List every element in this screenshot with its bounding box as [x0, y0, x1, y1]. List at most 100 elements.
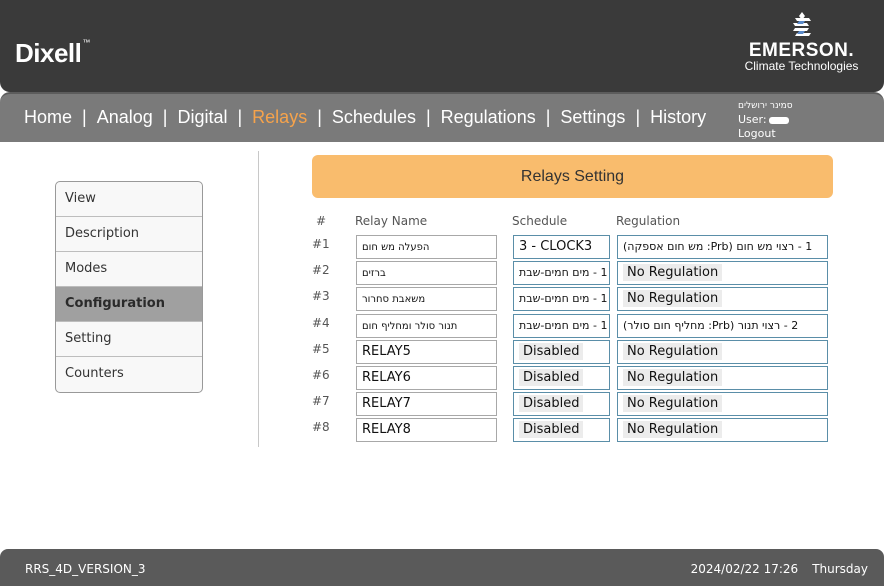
- user-label: User:: [738, 113, 767, 126]
- schedule-select[interactable]: Disabled: [513, 340, 610, 364]
- relay-name-input[interactable]: תנור סולר ומחליף חום: [356, 314, 497, 338]
- relay-row-number: #1: [312, 237, 330, 251]
- relay-row-number: #5: [312, 342, 330, 356]
- relay-name-input[interactable]: משאבת סחרור: [356, 287, 497, 311]
- relay-name-input[interactable]: הפעלה מש חום: [356, 235, 497, 259]
- relay-row-number: #2: [312, 263, 330, 277]
- nav-schedules[interactable]: Schedules: [332, 107, 416, 128]
- nav-separator: |: [425, 107, 431, 127]
- relay-name-input[interactable]: ברזים: [356, 261, 497, 285]
- schedule-value: Disabled: [519, 369, 584, 386]
- nav-separator: |: [162, 107, 168, 127]
- regulation-value: No Regulation: [623, 343, 723, 360]
- relay-row-number: #3: [312, 289, 330, 303]
- relay-name-input[interactable]: RELAY5: [356, 340, 497, 364]
- sidebar-item-description[interactable]: Description: [56, 217, 202, 252]
- regulation-value: No Regulation: [623, 290, 723, 307]
- dixell-tm: ™: [82, 38, 90, 47]
- app-footer: RRS_4D_VERSION_3 2024/02/22 17:26 Thursda…: [0, 549, 884, 586]
- schedule-select[interactable]: Disabled: [513, 418, 610, 442]
- nav-regulations[interactable]: Regulations: [441, 107, 536, 128]
- schedule-select[interactable]: 1 - מים חמים-שבת: [513, 287, 610, 311]
- schedule-value: 3 - CLOCK3: [519, 239, 593, 254]
- regulation-value: 2 - רצוי תנור (Prb: מחליף חום סולר): [623, 319, 799, 332]
- regulation-select[interactable]: No Regulation: [617, 418, 828, 442]
- schedule-select[interactable]: 3 - CLOCK3: [513, 235, 610, 259]
- nav-separator: |: [82, 107, 87, 127]
- nav-separator: |: [237, 107, 243, 127]
- emerson-emblem-icon: [792, 12, 811, 36]
- logout-link[interactable]: Logout: [738, 127, 793, 141]
- schedule-value: 1 - מים חמים-שבת: [519, 319, 608, 332]
- regulation-select[interactable]: No Regulation: [617, 261, 828, 285]
- relay-name-value: RELAY6: [362, 370, 411, 385]
- vertical-divider: [258, 151, 259, 447]
- column-header-regulation: Regulation: [616, 214, 681, 228]
- regulation-select[interactable]: 2 - רצוי תנור (Prb: מחליף חום סולר): [617, 314, 828, 338]
- nav-separator: |: [545, 107, 551, 127]
- relay-name-value: תנור סולר ומחליף חום: [362, 321, 458, 332]
- relay-name-value: RELAY5: [362, 344, 411, 359]
- sidebar-item-modes[interactable]: Modes: [56, 252, 202, 287]
- nav-digital[interactable]: Digital: [177, 107, 227, 128]
- relay-name-value: RELAY7: [362, 396, 411, 411]
- sidebar-item-setting[interactable]: Setting: [56, 322, 202, 357]
- relay-name-input[interactable]: RELAY6: [356, 366, 497, 390]
- dixell-logo-text: Dixell: [15, 38, 82, 68]
- schedule-value: 1 - מים חמים-שבת: [519, 266, 608, 279]
- date-time: 2024/02/22 17:26: [690, 562, 799, 576]
- relay-name-value: משאבת סחרור: [362, 294, 426, 305]
- redacted-username: [768, 116, 789, 124]
- nav-menu: Home | Analog | Digital | Relays | Sched…: [24, 107, 706, 128]
- nav-separator: |: [317, 107, 322, 127]
- schedule-value: Disabled: [519, 395, 584, 412]
- dixell-logo: Dixell™: [15, 38, 90, 69]
- app-header: Dixell™ EMERSON. Climate Technologies: [0, 0, 884, 92]
- regulation-value: No Regulation: [623, 369, 723, 386]
- user-line: User:: [738, 113, 793, 127]
- emerson-logo-text: EMERSON.: [748, 40, 855, 61]
- regulation-select[interactable]: No Regulation: [617, 340, 828, 364]
- regulation-value: No Regulation: [623, 395, 723, 412]
- site-name: סמינר ירושלים: [738, 101, 793, 111]
- user-info: סמינר ירושלים User: Logout: [738, 99, 793, 141]
- regulation-value: No Regulation: [623, 421, 723, 438]
- regulation-select[interactable]: No Regulation: [617, 366, 828, 390]
- relay-name-input[interactable]: RELAY7: [356, 392, 497, 416]
- schedule-select[interactable]: Disabled: [513, 392, 610, 416]
- relay-row-number: #8: [312, 420, 330, 434]
- weekday: Thursday: [812, 562, 868, 576]
- page-title: Relays Setting: [312, 155, 833, 198]
- column-header-num: #: [316, 214, 327, 228]
- main-navigation: Home | Analog | Digital | Relays | Sched…: [0, 92, 884, 142]
- schedule-select[interactable]: 1 - מים חמים-שבת: [513, 261, 610, 285]
- relay-name-value: RELAY8: [362, 422, 411, 437]
- relay-row-number: #4: [312, 316, 330, 330]
- column-header-schedule: Schedule: [512, 214, 568, 228]
- nav-relays[interactable]: Relays: [252, 107, 307, 128]
- relay-row-number: #7: [312, 394, 330, 408]
- version-label: RRS_4D_VERSION_3: [25, 562, 146, 576]
- column-header-name: Relay Name: [355, 214, 428, 228]
- regulation-select[interactable]: No Regulation: [617, 287, 828, 311]
- relay-name-value: ברזים: [362, 268, 386, 279]
- sidebar-item-view[interactable]: View: [56, 182, 202, 217]
- schedule-select[interactable]: 1 - מים חמים-שבת: [513, 314, 610, 338]
- relay-name-input[interactable]: RELAY8: [356, 418, 497, 442]
- sidebar-item-counters[interactable]: Counters: [56, 357, 202, 392]
- regulation-select[interactable]: No Regulation: [617, 392, 828, 416]
- emerson-logo-subtitle: Climate Technologies: [744, 59, 859, 73]
- datetime: 2024/02/22 17:26 Thursday: [691, 562, 868, 576]
- nav-analog[interactable]: Analog: [97, 107, 153, 128]
- nav-history[interactable]: History: [650, 107, 706, 128]
- schedule-select[interactable]: Disabled: [513, 366, 610, 390]
- nav-home[interactable]: Home: [24, 107, 72, 128]
- schedule-value: 1 - מים חמים-שבת: [519, 292, 608, 305]
- nav-separator: |: [635, 107, 641, 127]
- schedule-value: Disabled: [519, 421, 584, 438]
- regulation-select[interactable]: 1 - רצוי מש חום (Prb: מש חום אספקה): [617, 235, 828, 259]
- relays-sidebar: View Description Modes Configuration Set…: [55, 181, 203, 393]
- nav-settings[interactable]: Settings: [560, 107, 625, 128]
- sidebar-item-configuration[interactable]: Configuration: [56, 287, 202, 322]
- emerson-logo: EMERSON. Climate Technologies: [739, 12, 864, 82]
